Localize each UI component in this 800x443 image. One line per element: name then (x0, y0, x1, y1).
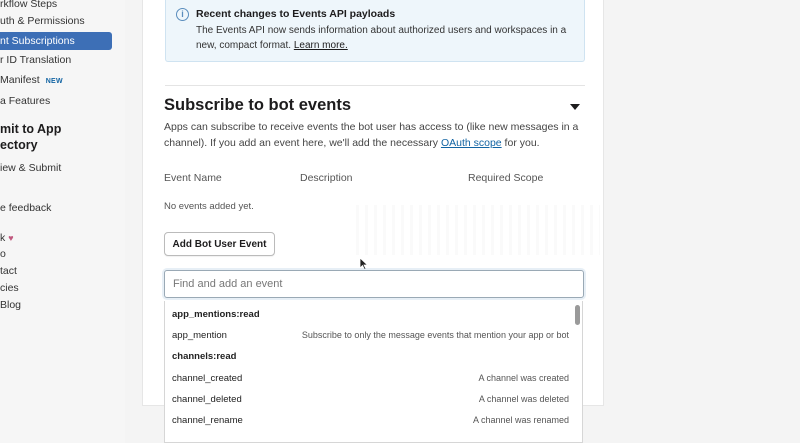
dropdown-event-desc: A channel was deleted (478, 394, 569, 404)
video-artifact (350, 205, 600, 255)
sidebar-link-help[interactable]: o (0, 245, 6, 263)
sidebar: rkflow Steps uth & Permissions nt Subscr… (0, 0, 125, 443)
dropdown-event-name: channel_deleted (172, 394, 242, 405)
dropdown-scrollbar[interactable] (575, 305, 580, 325)
dropdown-event-name: channel_rename (172, 415, 243, 426)
heart-icon: ♥ (8, 233, 14, 243)
dropdown-event-desc: A channel was renamed (472, 415, 569, 425)
sidebar-item-label: r ID Translation (0, 54, 72, 66)
info-icon: i (176, 8, 189, 21)
section-title: Subscribe to bot events (164, 96, 352, 114)
sidebar-item-give-feedback[interactable]: e feedback (0, 199, 51, 217)
sidebar-link-policies[interactable]: cies (0, 279, 19, 297)
dropdown-scope-row: app_mentions:read (165, 304, 575, 325)
sidebar-item-label: Manifest (0, 74, 40, 86)
sidebar-heading-submit: mit to App (0, 122, 62, 136)
events-api-notice: i Recent changes to Events API payloads … (165, 0, 585, 62)
dropdown-event-name: app_mention (172, 330, 227, 341)
notice-body-text: The Events API now sends information abo… (196, 25, 567, 51)
notice-title: Recent changes to Events API payloads (196, 8, 396, 20)
collapse-caret-icon[interactable] (570, 104, 580, 110)
section-description-end: for you. (501, 136, 540, 149)
dropdown-scope-name: app_mentions:read (172, 309, 260, 320)
dropdown-event-desc: Subscribe to only the message events tha… (301, 330, 569, 340)
sidebar-item-oauth-permissions[interactable]: uth & Permissions (0, 12, 85, 30)
oauth-scope-link[interactable]: OAuth scope (441, 137, 502, 149)
dropdown-scope-name: channels:read (172, 351, 237, 362)
sidebar-item-label: tact (0, 265, 17, 277)
sidebar-item-user-id-translation[interactable]: r ID Translation (0, 51, 71, 69)
sidebar-item-label: Blog (0, 299, 22, 311)
dropdown-event-desc: A channel was created (478, 373, 569, 383)
learn-more-link[interactable]: Learn more. (294, 40, 348, 51)
sidebar-item-event-subscriptions[interactable]: nt Subscriptions (0, 32, 112, 50)
dropdown-event-row[interactable]: channel_created A channel was created (165, 368, 575, 389)
add-bot-user-event-button[interactable]: Add Bot User Event (164, 232, 275, 256)
sidebar-item-label: iew & Submit (0, 162, 62, 174)
sidebar-item-label: o (0, 248, 6, 260)
dropdown-event-name: channel_created (172, 373, 243, 384)
sidebar-item-label: k (0, 232, 6, 244)
column-header-required-scope: Required Scope (468, 172, 544, 184)
divider (165, 85, 585, 86)
sidebar-item-label: a Features (0, 95, 51, 107)
sidebar-item-label: rkflow Steps (0, 0, 58, 10)
event-dropdown-list[interactable]: app_mentions:read app_mention Subscribe … (164, 301, 583, 443)
column-header-event-name: Event Name (164, 172, 222, 184)
sidebar-item-label: cies (0, 282, 19, 294)
column-header-description: Description (300, 172, 353, 184)
sidebar-heading-directory: ectory (0, 138, 38, 152)
empty-events-message: No events added yet. (164, 201, 254, 212)
new-badge: NEW (45, 78, 63, 85)
sidebar-item-label: e feedback (0, 202, 52, 214)
section-description: Apps can subscribe to receive events the… (164, 120, 589, 151)
sidebar-link-blog[interactable]: Blog (0, 296, 21, 314)
dropdown-event-row[interactable]: app_mention Subscribe to only the messag… (165, 325, 575, 346)
notice-body: The Events API now sends information abo… (196, 23, 581, 53)
dropdown-event-row[interactable]: channel_rename A channel was renamed (165, 410, 575, 431)
event-search-input[interactable] (164, 270, 584, 298)
mouse-cursor-icon (359, 258, 369, 270)
dropdown-event-row[interactable]: channel_deleted A channel was deleted (165, 389, 575, 410)
sidebar-item-label: nt Subscriptions (0, 35, 75, 47)
dropdown-scope-row: channels:read (165, 346, 575, 367)
sidebar-item-label: uth & Permissions (0, 15, 85, 27)
sidebar-item-beta-features[interactable]: a Features (0, 92, 50, 110)
sidebar-item-app-manifest[interactable]: Manifest NEW (0, 71, 63, 89)
sidebar-item-review-submit[interactable]: iew & Submit (0, 159, 61, 177)
sidebar-link-contact[interactable]: tact (0, 262, 17, 280)
